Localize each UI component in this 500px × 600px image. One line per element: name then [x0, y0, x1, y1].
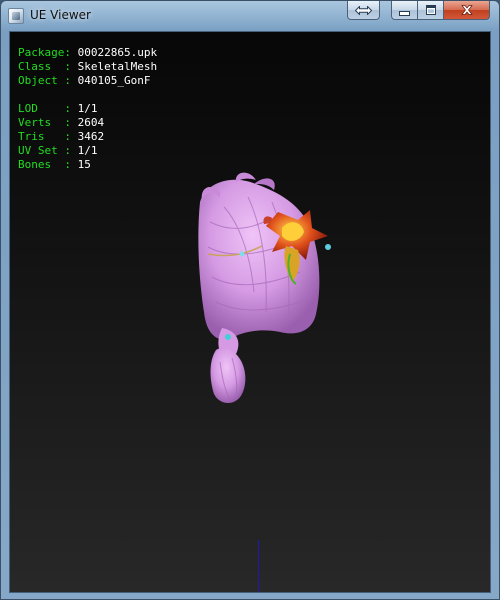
maximize-button[interactable]: [417, 1, 444, 20]
maximize-icon: [425, 5, 436, 15]
close-button[interactable]: [443, 1, 490, 20]
double-arrow-icon: [355, 5, 372, 15]
title-bar[interactable]: UE Viewer: [1, 1, 499, 31]
hair-mesh: [198, 172, 331, 403]
restore-size-button[interactable]: [347, 1, 380, 20]
origin-axis-line: [258, 540, 259, 592]
minimize-icon: [399, 10, 410, 16]
hair-mesh-render: [198, 172, 331, 403]
render-viewport[interactable]: Package: 00022865.upk Class : SkeletalMe…: [9, 31, 491, 593]
app-window: UE Viewer Package: 00022865.upk Class : …: [0, 0, 500, 600]
ue-viewer-app-icon: [8, 8, 24, 24]
close-icon: [460, 5, 473, 15]
window-title: UE Viewer: [30, 8, 91, 22]
minimize-button[interactable]: [391, 1, 418, 20]
